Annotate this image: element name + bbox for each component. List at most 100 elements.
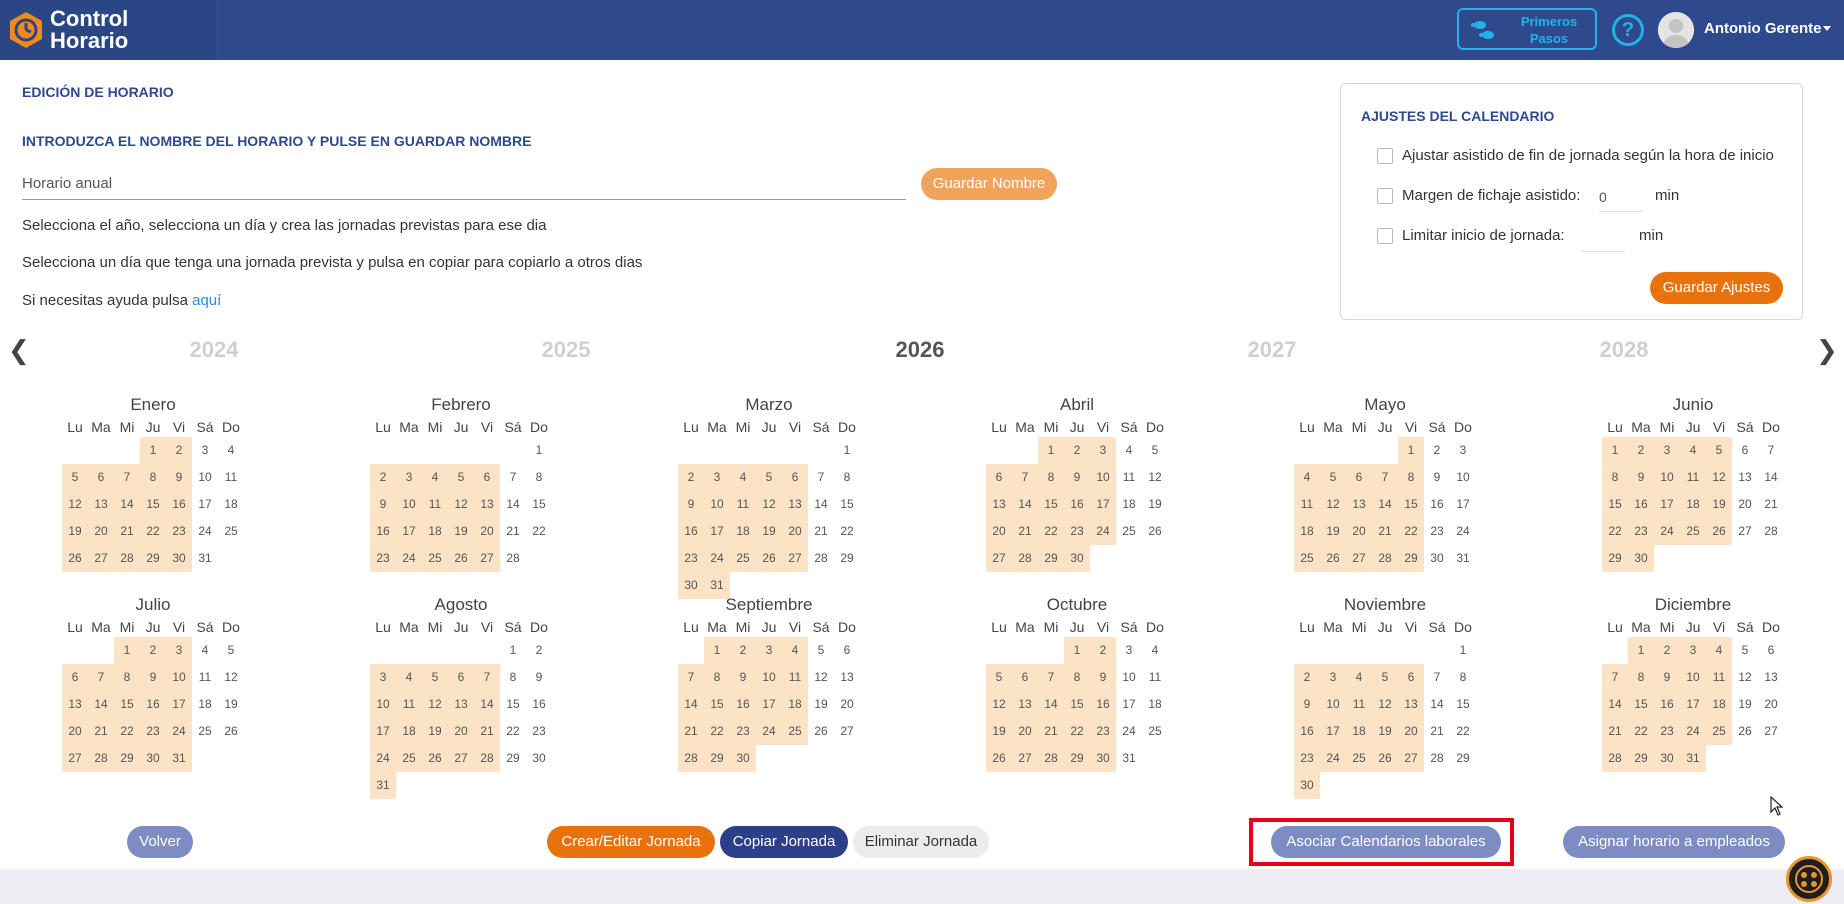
calendar-day[interactable]: 16 bbox=[1064, 491, 1090, 518]
user-menu-name[interactable]: Antonio Gerente bbox=[1704, 20, 1822, 37]
calendar-day[interactable]: 24 bbox=[704, 545, 730, 572]
calendar-day[interactable]: 28 bbox=[1602, 745, 1628, 772]
calendar-day[interactable]: 9 bbox=[1628, 464, 1654, 491]
calendar-day[interactable]: 26 bbox=[1372, 745, 1398, 772]
calendar-day[interactable]: 23 bbox=[1294, 745, 1320, 772]
calendar-day[interactable]: 16 bbox=[1424, 491, 1450, 518]
calendar-day[interactable]: 13 bbox=[88, 491, 114, 518]
calendar-day[interactable]: 22 bbox=[834, 518, 860, 545]
calendar-day[interactable]: 18 bbox=[396, 718, 422, 745]
calendar-day[interactable]: 5 bbox=[808, 637, 834, 664]
calendar-day[interactable]: 27 bbox=[1758, 718, 1784, 745]
calendar-day[interactable]: 15 bbox=[500, 691, 526, 718]
calendar-day[interactable]: 19 bbox=[1372, 718, 1398, 745]
calendar-day[interactable]: 18 bbox=[1294, 518, 1320, 545]
calendar-day[interactable]: 11 bbox=[422, 491, 448, 518]
calendar-day[interactable]: 4 bbox=[730, 464, 756, 491]
calendar-day[interactable]: 25 bbox=[1294, 545, 1320, 572]
calendar-day[interactable]: 2 bbox=[1294, 664, 1320, 691]
calendar-day[interactable]: 30 bbox=[1654, 745, 1680, 772]
next-year-arrow-icon[interactable]: ❯ bbox=[1816, 337, 1838, 363]
calendar-day[interactable]: 10 bbox=[1654, 464, 1680, 491]
calendar-day[interactable]: 6 bbox=[1398, 664, 1424, 691]
calendar-day[interactable]: 20 bbox=[986, 518, 1012, 545]
calendar-day[interactable]: 17 bbox=[704, 518, 730, 545]
calendar-day[interactable]: 4 bbox=[218, 437, 244, 464]
calendar-day[interactable]: 27 bbox=[834, 718, 860, 745]
calendar-day[interactable]: 9 bbox=[1090, 664, 1116, 691]
calendar-day[interactable]: 16 bbox=[1628, 491, 1654, 518]
calendar-day[interactable]: 13 bbox=[1012, 691, 1038, 718]
calendar-day[interactable]: 1 bbox=[704, 637, 730, 664]
avatar[interactable] bbox=[1658, 12, 1694, 48]
calendar-day[interactable]: 4 bbox=[1294, 464, 1320, 491]
calendar-day[interactable]: 28 bbox=[1372, 545, 1398, 572]
calendar-day[interactable]: 23 bbox=[140, 718, 166, 745]
calendar-day[interactable]: 20 bbox=[1012, 718, 1038, 745]
calendar-day[interactable]: 18 bbox=[422, 518, 448, 545]
calendar-day[interactable]: 15 bbox=[1450, 691, 1476, 718]
calendar-day[interactable]: 11 bbox=[218, 464, 244, 491]
calendar-day[interactable]: 29 bbox=[1038, 545, 1064, 572]
calendar-day[interactable]: 19 bbox=[756, 518, 782, 545]
calendar-day[interactable]: 23 bbox=[730, 718, 756, 745]
calendar-day[interactable]: 23 bbox=[1064, 518, 1090, 545]
calendar-day[interactable]: 15 bbox=[1602, 491, 1628, 518]
calendar-day[interactable]: 23 bbox=[1628, 518, 1654, 545]
calendar-day[interactable]: 28 bbox=[678, 745, 704, 772]
calendar-day[interactable]: 18 bbox=[1142, 691, 1168, 718]
calendar-day[interactable]: 27 bbox=[1012, 745, 1038, 772]
calendar-day[interactable]: 29 bbox=[114, 745, 140, 772]
calendar-day[interactable]: 7 bbox=[1038, 664, 1064, 691]
calendar-day[interactable]: 8 bbox=[114, 664, 140, 691]
app-logo[interactable]: Control Horario bbox=[0, 0, 218, 60]
calendar-day[interactable]: 18 bbox=[1116, 491, 1142, 518]
calendar-day[interactable]: 24 bbox=[396, 545, 422, 572]
calendar-day[interactable]: 10 bbox=[1320, 691, 1346, 718]
calendar-day[interactable]: 12 bbox=[422, 691, 448, 718]
calendar-day[interactable]: 14 bbox=[678, 691, 704, 718]
calendar-day[interactable]: 5 bbox=[448, 464, 474, 491]
calendar-day[interactable]: 18 bbox=[730, 518, 756, 545]
calendar-day[interactable]: 4 bbox=[1706, 637, 1732, 664]
calendar-day[interactable]: 4 bbox=[192, 637, 218, 664]
calendar-day[interactable]: 1 bbox=[1398, 437, 1424, 464]
calendar-day[interactable]: 4 bbox=[396, 664, 422, 691]
calendar-day[interactable]: 8 bbox=[1602, 464, 1628, 491]
calendar-day[interactable]: 3 bbox=[1680, 637, 1706, 664]
calendar-day[interactable]: 21 bbox=[88, 718, 114, 745]
calendar-day[interactable]: 4 bbox=[422, 464, 448, 491]
limit-start-checkbox[interactable] bbox=[1377, 228, 1393, 244]
calendar-day[interactable]: 19 bbox=[62, 518, 88, 545]
calendar-day[interactable]: 12 bbox=[1372, 691, 1398, 718]
calendar-day[interactable]: 2 bbox=[1090, 637, 1116, 664]
calendar-day[interactable]: 17 bbox=[1654, 491, 1680, 518]
calendar-day[interactable]: 16 bbox=[370, 518, 396, 545]
calendar-day[interactable]: 6 bbox=[88, 464, 114, 491]
calendar-day[interactable]: 18 bbox=[782, 691, 808, 718]
primeros-pasos-button[interactable]: Primeros Pasos bbox=[1457, 8, 1597, 50]
calendar-day[interactable]: 21 bbox=[1758, 491, 1784, 518]
calendar-day[interactable]: 1 bbox=[1628, 637, 1654, 664]
calendar-day[interactable]: 17 bbox=[370, 718, 396, 745]
calendar-day[interactable]: 22 bbox=[1628, 718, 1654, 745]
calendar-day[interactable]: 25 bbox=[396, 745, 422, 772]
calendar-day[interactable]: 10 bbox=[370, 691, 396, 718]
calendar-day[interactable]: 6 bbox=[62, 664, 88, 691]
calendar-day[interactable]: 22 bbox=[1602, 518, 1628, 545]
calendar-day[interactable]: 5 bbox=[218, 637, 244, 664]
calendar-day[interactable]: 23 bbox=[1424, 518, 1450, 545]
calendar-day[interactable]: 19 bbox=[1706, 491, 1732, 518]
calendar-day[interactable]: 23 bbox=[526, 718, 552, 745]
calendar-day[interactable]: 27 bbox=[986, 545, 1012, 572]
calendar-day[interactable]: 15 bbox=[526, 491, 552, 518]
calendar-day[interactable]: 21 bbox=[1038, 718, 1064, 745]
calendar-day[interactable]: 2 bbox=[730, 637, 756, 664]
calendar-day[interactable]: 10 bbox=[756, 664, 782, 691]
calendar-day[interactable]: 25 bbox=[218, 518, 244, 545]
calendar-day[interactable]: 18 bbox=[192, 691, 218, 718]
calendar-day[interactable]: 5 bbox=[62, 464, 88, 491]
calendar-day[interactable]: 6 bbox=[1758, 637, 1784, 664]
calendar-day[interactable]: 14 bbox=[1012, 491, 1038, 518]
calendar-day[interactable]: 14 bbox=[1602, 691, 1628, 718]
